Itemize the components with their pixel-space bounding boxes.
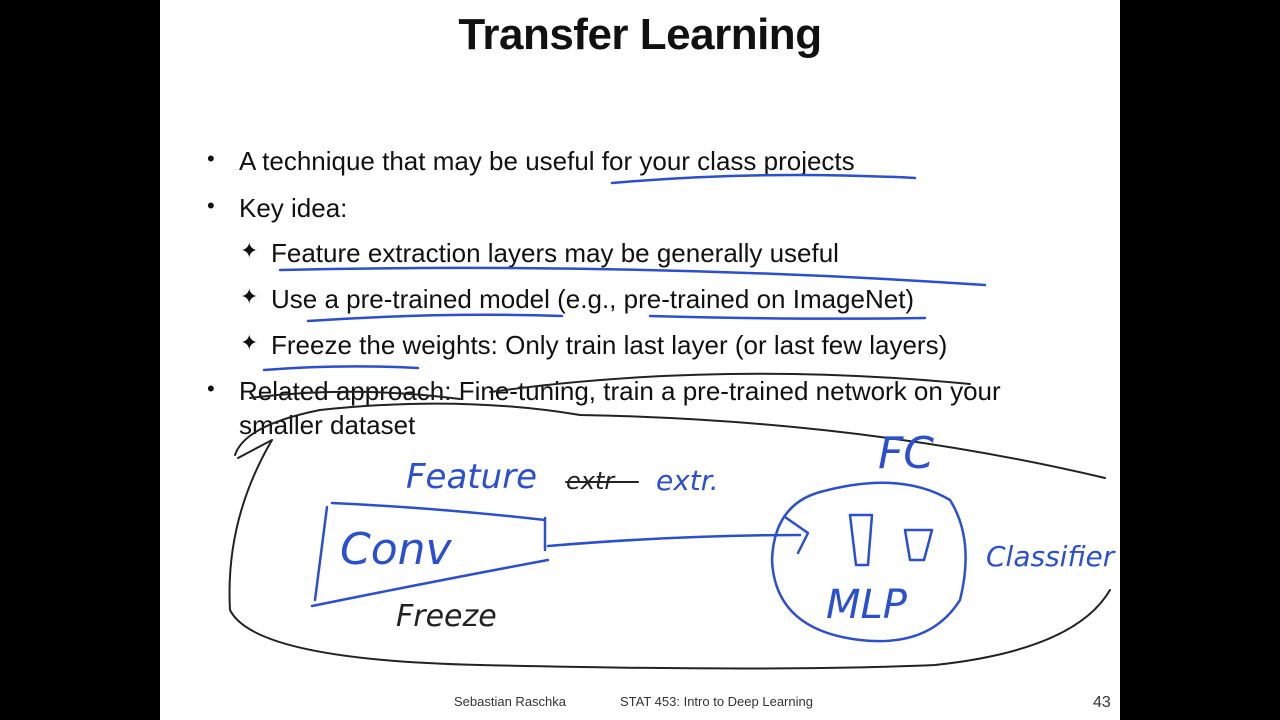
bullet-text: Key idea: — [239, 193, 348, 223]
mlp-layer-1 — [848, 513, 874, 567]
fc-label: FC — [878, 428, 934, 479]
slide-title: Transfer Learning — [458, 10, 822, 59]
bullet-marker: • — [207, 193, 215, 218]
outer-loop-bottom — [228, 439, 1111, 670]
conv-top-edge — [330, 501, 547, 522]
sub-bullet-text: Use a pre-trained model (e.g., pre-train… — [271, 284, 915, 314]
bullet-marker: • — [207, 146, 215, 171]
mlp-layer-2 — [903, 528, 934, 562]
sub-bullet-text: Feature extraction layers may be general… — [271, 238, 839, 268]
bullet-text-line2: smaller dataset — [239, 410, 416, 440]
extr-label: extr. — [656, 464, 719, 497]
slide: Transfer Learning • A technique that may… — [160, 0, 1120, 720]
underline-freeze — [262, 365, 420, 372]
star-icon: ✦ — [240, 330, 259, 355]
struck-word: extr — [566, 467, 616, 495]
conv-label: Conv — [340, 524, 453, 575]
underline-imagenet — [648, 314, 927, 320]
arrow-line — [546, 533, 802, 548]
mlp-label: MLP — [826, 582, 908, 628]
star-icon: ✦ — [240, 238, 259, 263]
bullet-text-line1: Related approach: Fine-tuning, train a p… — [239, 376, 1001, 406]
sub-bullet-text: Freeze the weights: Only train last laye… — [271, 330, 948, 360]
bullet-marker: • — [207, 376, 215, 401]
footer-author: Sebastian Raschka — [454, 694, 567, 709]
star-icon: ✦ — [240, 284, 259, 309]
mlp-circle — [770, 481, 967, 643]
arrow-head — [783, 515, 810, 555]
conv-bottom-edge — [310, 558, 550, 608]
underline-pretrained-model — [306, 313, 564, 323]
outer-loop-join — [237, 439, 273, 459]
bullet-text: A technique that may be useful for your … — [239, 146, 855, 176]
underline-feature-extraction — [278, 266, 987, 287]
classifier-label: Classifier — [986, 540, 1116, 573]
freeze-label: Freeze — [396, 599, 497, 634]
page-number: 43 — [1093, 694, 1111, 711]
conv-left-edge — [313, 505, 329, 602]
footer-course: STAT 453: Intro to Deep Learning — [620, 694, 813, 709]
feature-label: Feature — [406, 457, 537, 497]
